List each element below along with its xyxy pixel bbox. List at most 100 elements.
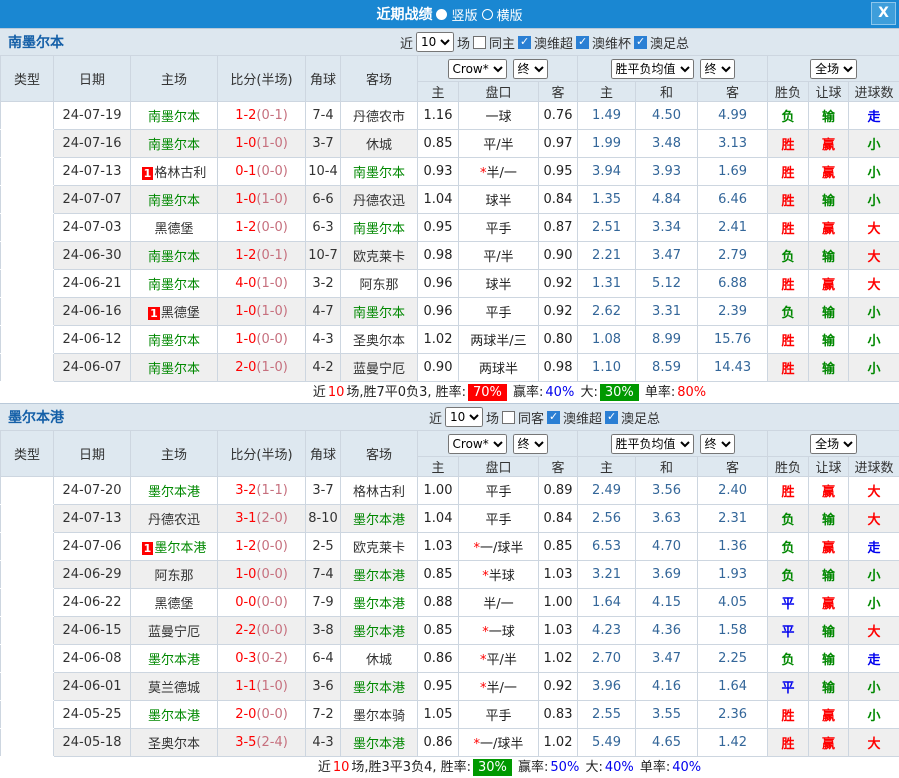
avg-final-select[interactable]: 终 [700,59,735,79]
avg-select[interactable]: 胜平负均值 [611,434,694,454]
league-checkbox-avl[interactable] [547,411,560,424]
league-checkbox-avc[interactable] [576,36,589,49]
col-corner: 角球 [306,431,341,477]
near-label: 近 [429,408,442,427]
home-team: 墨尔本港 [148,709,200,724]
col-home: 主场 [131,56,218,102]
matches-label: 场 [486,408,499,427]
league-badge: 澳维超 [1,102,54,130]
team2-filter-bar: 墨尔本港 近 10 场 同客 澳维超 澳足总 [0,403,899,430]
goals-result: 小 [849,130,899,158]
avg-win-odds: 1.10 [578,354,636,382]
handicap-cell: 平/半 [459,242,539,270]
same-home-checkbox[interactable] [473,36,486,49]
avg-select[interactable]: 胜平负均值 [611,59,694,79]
match-row: 澳维杯 24-07-03 黑德堡 1-2(0-0) 6-3 南墨尔本 0.95 … [1,214,899,242]
goals-result: 小 [849,589,899,617]
match-result: 胜 [768,214,809,242]
home-team-cell: 南墨尔本 [131,102,218,130]
match-date: 24-06-30 [54,242,131,270]
same-away-label: 同客 [518,408,544,427]
league-badge: 澳维超 [1,701,54,729]
match-count-select[interactable]: 10 [445,407,483,427]
away-team-cell: 墨尔本骑 [341,701,418,729]
corner-count: 3-7 [306,477,341,505]
away-odds: 0.89 [539,477,578,505]
avg-draw-odds: 8.99 [636,326,698,354]
radio-selected-icon[interactable] [436,9,447,20]
match-date: 24-06-15 [54,617,131,645]
avg-loss-odds: 1.93 [698,561,768,589]
league-label-avl: 澳维超 [563,408,602,427]
match-date: 24-06-29 [54,561,131,589]
score-cell: 3-5(2-4) [218,729,306,757]
league-checkbox-affa[interactable] [634,36,647,49]
layout-radio-vertical[interactable]: 竖版 [436,5,477,24]
league-checkbox-affa[interactable] [605,411,618,424]
close-icon[interactable]: X [871,2,896,25]
away-team: 墨尔本港 [353,681,405,696]
odds-source-select[interactable]: Crow* [448,59,507,79]
odds-group-header: Crow* 终 [418,431,578,457]
home-odds: 1.03 [418,533,459,561]
league-badge: 澳维超 [1,158,54,186]
col-odds-away: 客 [539,82,578,102]
league-checkbox-avl[interactable] [518,36,531,49]
radio-unselected-icon[interactable] [482,9,493,20]
home-team: 南墨尔本 [148,138,200,153]
score-cell: 2-2(0-0) [218,617,306,645]
home-team: 南墨尔本 [148,250,200,265]
away-odds: 1.00 [539,589,578,617]
corner-count: 4-7 [306,298,341,326]
halftime-score: (2-0) [256,511,287,526]
score-cell: 2-0(0-0) [218,701,306,729]
fulltime-score: 4-0 [235,276,256,291]
home-team: 南墨尔本 [148,362,200,377]
corner-count: 6-6 [306,186,341,214]
home-odds: 1.05 [418,701,459,729]
match-count-select[interactable]: 10 [416,32,454,52]
col-date: 日期 [54,56,131,102]
odds-final-select[interactable]: 终 [513,59,548,79]
away-team-cell: 欧克莱卡 [341,242,418,270]
same-away-checkbox[interactable] [502,411,515,424]
fulltime-score: 1-0 [235,136,256,151]
odds-source-select[interactable]: Crow* [448,434,507,454]
avg-win-odds: 2.49 [578,477,636,505]
goals-result: 大 [849,270,899,298]
away-odds: 0.98 [539,354,578,382]
away-team: 丹德农市 [353,110,405,125]
halftime-score: (1-0) [256,276,287,291]
league-badge: 澳维超 [1,533,54,561]
scope-select[interactable]: 全场 [810,434,857,454]
handicap-result: 输 [809,298,849,326]
avg-loss-odds: 2.41 [698,214,768,242]
avg-loss-odds: 1.42 [698,729,768,757]
col-away: 客场 [341,56,418,102]
home-team-cell: 南墨尔本 [131,242,218,270]
match-result: 胜 [768,354,809,382]
home-team: 黑德堡 [154,597,193,612]
corner-count: 4-3 [306,729,341,757]
away-team-cell: 南墨尔本 [341,298,418,326]
col-result: 胜负 [768,457,809,477]
league-badge: 澳维超 [1,729,54,757]
avg-final-select[interactable]: 终 [700,434,735,454]
matches-label: 场 [457,33,470,52]
scope-select[interactable]: 全场 [810,59,857,79]
team2-matches-table: 类型 日期 主场 比分(半场) 角球 客场 Crow* 终 胜平负均值 终 全场 [0,430,899,757]
handicap: 平手 [485,485,511,500]
red-card-badge: 1 [142,167,154,180]
halftime-score: (0-0) [256,332,287,347]
home-team-cell: 1墨尔本港 [131,533,218,561]
layout-radio-horizontal[interactable]: 横版 [482,5,523,24]
handicap-result: 赢 [809,589,849,617]
home-odds: 0.95 [418,214,459,242]
summary-part: 近 [313,385,326,400]
avg-win-odds: 4.23 [578,617,636,645]
home-team-cell: 蓝曼宁厄 [131,617,218,645]
odds-final-select[interactable]: 终 [513,434,548,454]
league-badge: 澳足总 [1,326,54,354]
match-row: 澳维超 24-07-20 墨尔本港 3-2(1-1) 3-7 格林古利 1.00… [1,477,899,505]
handicap-result: 赢 [809,729,849,757]
